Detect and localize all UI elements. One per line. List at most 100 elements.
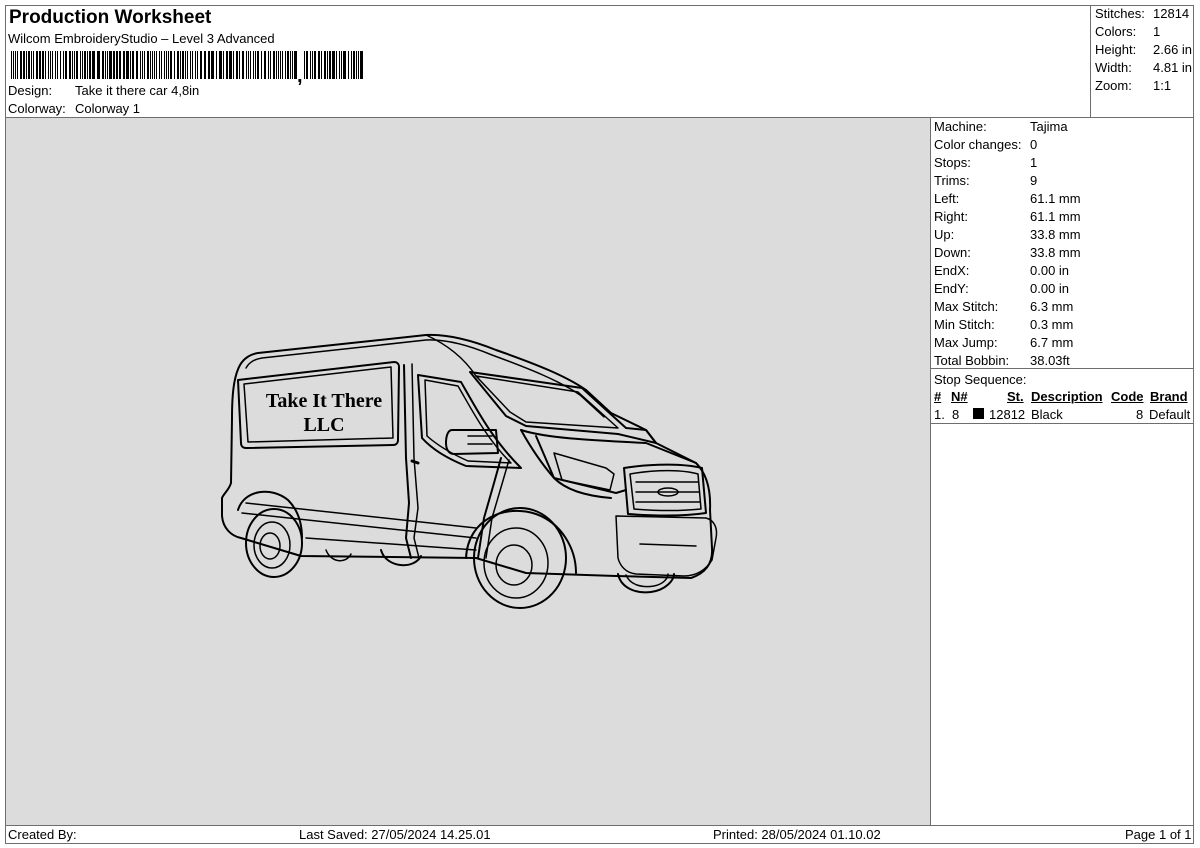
left-row: Left: 61.1 mm: [934, 191, 1081, 206]
software-name: Wilcom EmbroideryStudio – Level 3 Advanc…: [8, 31, 275, 46]
color-changes-label: Color changes:: [934, 137, 1022, 152]
max-jump-value: 6.7 mm: [1030, 335, 1074, 350]
stop-sequence-title: Stop Sequence:: [934, 372, 1027, 387]
up-row: Up: 33.8 mm: [934, 227, 1081, 242]
col-header-needle: N#: [951, 389, 968, 404]
height-row: Height: 2.66 in: [1095, 42, 1192, 57]
front-wheel-arch: [465, 509, 577, 574]
total-bobbin-label: Total Bobbin:: [934, 353, 1010, 368]
worksheet-footer: Created By: Last Saved: 27/05/2024 14.25…: [5, 825, 1194, 844]
endy-row: EndY: 0.00 in: [934, 281, 1069, 296]
machine-row: Machine: Tajima: [934, 119, 1068, 134]
max-stitch-value: 6.3 mm: [1030, 299, 1074, 314]
endx-label: EndX:: [934, 263, 970, 278]
row-needle: 8: [952, 407, 960, 422]
design-summary: Stitches: 12814 Colors: 1 Height: 2.66 in W…: [1091, 5, 1194, 118]
col-header-index: #: [934, 389, 942, 404]
colorway-name: Colorway 1: [75, 101, 141, 116]
min-stitch-value: 0.3 mm: [1030, 317, 1074, 332]
down-row: Down: 33.8 mm: [934, 245, 1081, 260]
zoom-value: 1:1: [1153, 78, 1172, 93]
thread-color-swatch: [973, 408, 984, 419]
total-bobbin-row: Total Bobbin: 38.03ft: [934, 353, 1070, 368]
min-stitch-row: Min Stitch: 0.3 mm: [934, 317, 1073, 332]
trims-value: 9: [1030, 173, 1038, 188]
endy-label: EndY:: [934, 281, 969, 296]
endy-value: 0.00 in: [1030, 281, 1070, 296]
right-value: 61.1 mm: [1030, 209, 1081, 224]
stops-row: Stops: 1: [934, 155, 1037, 170]
last-saved: Last Saved: 27/05/2024 14.25.01: [299, 827, 491, 842]
design-row: Design: Take it there car 4,8in: [8, 83, 199, 98]
width-label: Width:: [1095, 60, 1132, 75]
height-label: Height:: [1095, 42, 1137, 57]
worksheet-header: Production Worksheet Wilcom EmbroiderySt…: [5, 5, 1091, 118]
up-value: 33.8 mm: [1030, 227, 1081, 242]
max-jump-label: Max Jump:: [934, 335, 998, 350]
endx-value: 0.00 in: [1030, 263, 1070, 278]
colors-row: Colors: 1: [1095, 24, 1160, 39]
min-stitch-label: Min Stitch:: [934, 317, 995, 332]
width-value: 4.81 in: [1153, 60, 1193, 75]
down-value: 33.8 mm: [1030, 245, 1081, 260]
stitches-label: Stitches:: [1095, 6, 1145, 21]
row-index: 1.: [934, 407, 945, 422]
color-changes-row: Color changes: 0: [934, 137, 1037, 152]
machine-label: Machine:: [934, 119, 987, 134]
left-label: Left:: [934, 191, 960, 206]
design-preview: Take It There LLC: [6, 118, 931, 825]
side-mirror: [445, 429, 499, 455]
page-number: Page 1 of 1: [1125, 827, 1192, 842]
stop-sequence-table: Stop Sequence: # N# St. Description Code…: [931, 368, 1194, 424]
row-stitches: 12812: [989, 407, 1026, 422]
van-hood: [520, 429, 697, 464]
panel-text-line1: Take It There: [266, 390, 382, 412]
printed-date: Printed: 28/05/2024 01.10.02: [713, 827, 881, 842]
width-row: Width: 4.81 in: [1095, 60, 1192, 75]
endx-row: EndX: 0.00 in: [934, 263, 1069, 278]
svg-text:,: ,: [297, 65, 303, 85]
created-by: Created By:: [8, 827, 77, 842]
van-body-outline: [221, 333, 714, 579]
van-windshield: [469, 371, 657, 444]
col-header-stitches: St.: [1007, 389, 1024, 404]
barcode-image: ,: [11, 51, 363, 85]
stops-label: Stops:: [934, 155, 971, 170]
page-title: Production Worksheet: [9, 7, 212, 28]
stitches-row: Stitches: 12814: [1095, 6, 1189, 21]
col-header-brand: Brand: [1150, 389, 1188, 404]
col-header-code: Code: [1111, 389, 1144, 404]
van-embroidery-design: Take It There LLC: [221, 333, 718, 609]
height-value: 2.66 in: [1153, 42, 1193, 57]
colorway-label: Colorway:: [8, 101, 66, 116]
row-code: 8: [1136, 407, 1144, 422]
row-brand: Default: [1149, 407, 1191, 422]
col-header-description: Description: [1031, 389, 1103, 404]
colorway-row: Colorway: Colorway 1: [8, 101, 140, 116]
design-label: Design:: [8, 83, 53, 98]
zoom-label: Zoom:: [1095, 78, 1132, 93]
colors-label: Colors:: [1095, 24, 1137, 39]
front-wheel: [473, 507, 567, 609]
max-stitch-label: Max Stitch:: [934, 299, 999, 314]
stops-value: 1: [1030, 155, 1038, 170]
colors-value: 1: [1153, 24, 1161, 39]
down-label: Down:: [934, 245, 971, 260]
zoom-row: Zoom: 1:1: [1095, 78, 1171, 93]
max-jump-row: Max Jump: 6.7 mm: [934, 335, 1073, 350]
max-stitch-row: Max Stitch: 6.3 mm: [934, 299, 1073, 314]
up-label: Up:: [934, 227, 955, 242]
design-name: Take it there car 4,8in: [75, 83, 200, 98]
front-bumper: [615, 515, 718, 577]
machine-value: Tajima: [1030, 119, 1068, 134]
trims-row: Trims: 9: [934, 173, 1037, 188]
trims-label: Trims:: [934, 173, 970, 188]
color-changes-value: 0: [1030, 137, 1038, 152]
right-label: Right:: [934, 209, 968, 224]
total-bobbin-value: 38.03ft: [1030, 353, 1070, 368]
row-description: Black: [1031, 407, 1063, 422]
stitches-value: 12814: [1153, 6, 1190, 21]
machine-info-panel: Machine: Tajima Color changes: 0 Stops: 1 T…: [931, 118, 1194, 825]
left-value: 61.1 mm: [1030, 191, 1081, 206]
panel-text-line2: LLC: [303, 414, 344, 436]
